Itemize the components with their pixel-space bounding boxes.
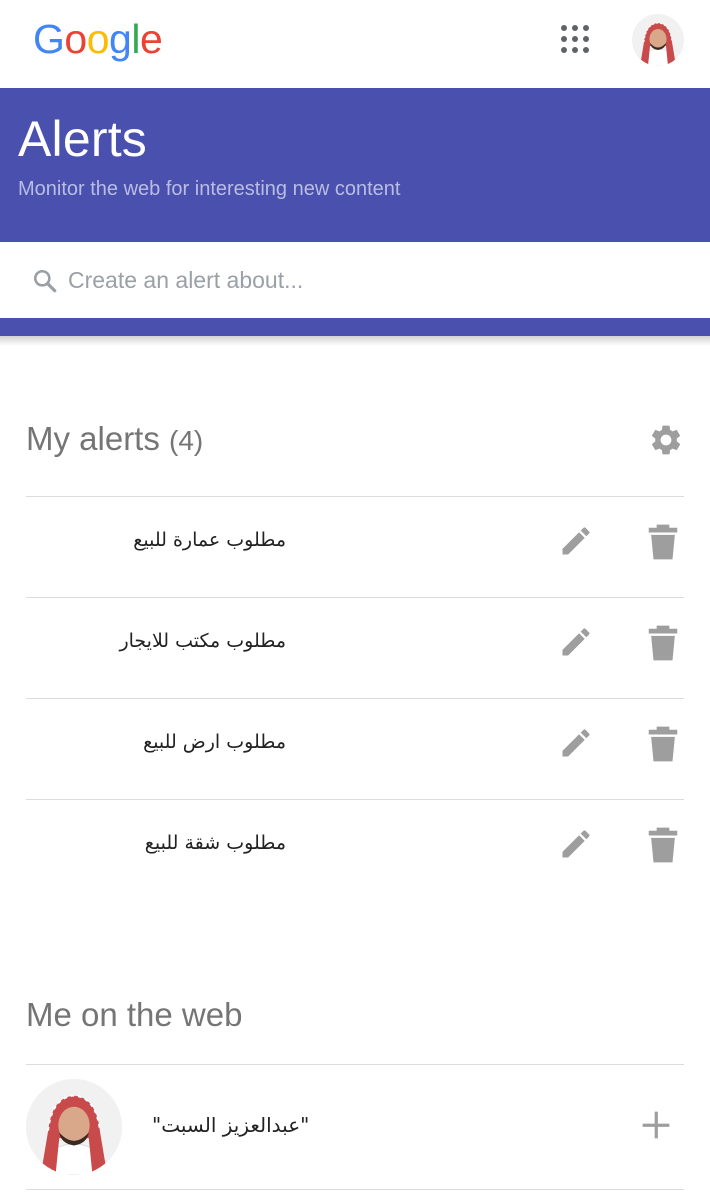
- apps-grid-icon[interactable]: [560, 24, 592, 56]
- alerts-count: (4): [169, 425, 204, 456]
- pencil-icon[interactable]: [558, 725, 594, 761]
- alert-query[interactable]: مطلوب مكتب للايجار: [26, 630, 286, 652]
- alert-query[interactable]: مطلوب ارض للبيع: [26, 731, 286, 753]
- alert-row[interactable]: مطلوب شقة للبيع: [26, 799, 684, 900]
- logo-letter: o: [64, 16, 87, 62]
- me-on-the-web-row: "عبدالعزيز السبت": [26, 1064, 684, 1190]
- trash-icon[interactable]: [646, 523, 680, 561]
- pencil-icon[interactable]: [558, 624, 594, 660]
- alert-row[interactable]: مطلوب عمارة للبيع: [26, 496, 684, 597]
- me-on-the-web-title: Me on the web: [26, 996, 243, 1033]
- account-avatar[interactable]: [632, 14, 684, 66]
- logo-letter: l: [131, 16, 140, 62]
- me-on-the-web-list: "عبدالعزيز السبت": [26, 1064, 684, 1190]
- user-avatar-icon: [632, 14, 684, 66]
- logo-letter: e: [139, 16, 163, 62]
- alerts-list: مطلوب عمارة للبيع مطلوب مكتب للايجار مطل…: [26, 496, 684, 900]
- search-icon: [33, 269, 57, 293]
- alert-row[interactable]: مطلوب ارض للبيع: [26, 698, 684, 799]
- logo-letter: g: [109, 16, 132, 62]
- plus-icon[interactable]: [640, 1109, 672, 1141]
- google-logo[interactable]: Google: [33, 16, 163, 63]
- avatar: [26, 1079, 122, 1175]
- trash-icon[interactable]: [646, 826, 680, 864]
- alert-row[interactable]: مطلوب مكتب للايجار: [26, 597, 684, 698]
- create-alert-input[interactable]: [68, 260, 668, 300]
- create-alert-search[interactable]: [0, 242, 710, 318]
- pencil-icon[interactable]: [558, 826, 594, 862]
- logo-letter: G: [33, 16, 65, 62]
- header-shadow: [0, 336, 710, 346]
- page-subtitle: Monitor the web for interesting new cont…: [18, 178, 401, 200]
- top-bar: Google: [0, 0, 710, 88]
- my-alerts-title: My alerts (4): [26, 420, 203, 458]
- gear-icon[interactable]: [648, 422, 684, 458]
- alert-query[interactable]: مطلوب عمارة للبيع: [26, 529, 286, 551]
- user-avatar-icon: [26, 1079, 122, 1175]
- me-search-name: "عبدالعزيز السبت": [152, 1113, 310, 1137]
- page-title: Alerts: [18, 111, 148, 167]
- trash-icon[interactable]: [646, 624, 680, 662]
- my-alerts-label: My alerts: [26, 420, 160, 457]
- alerts-header: Alerts Monitor the web for interesting n…: [0, 88, 710, 336]
- pencil-icon[interactable]: [558, 523, 594, 559]
- alert-query[interactable]: مطلوب شقة للبيع: [26, 832, 286, 854]
- trash-icon[interactable]: [646, 725, 680, 763]
- logo-letter: o: [86, 16, 110, 62]
